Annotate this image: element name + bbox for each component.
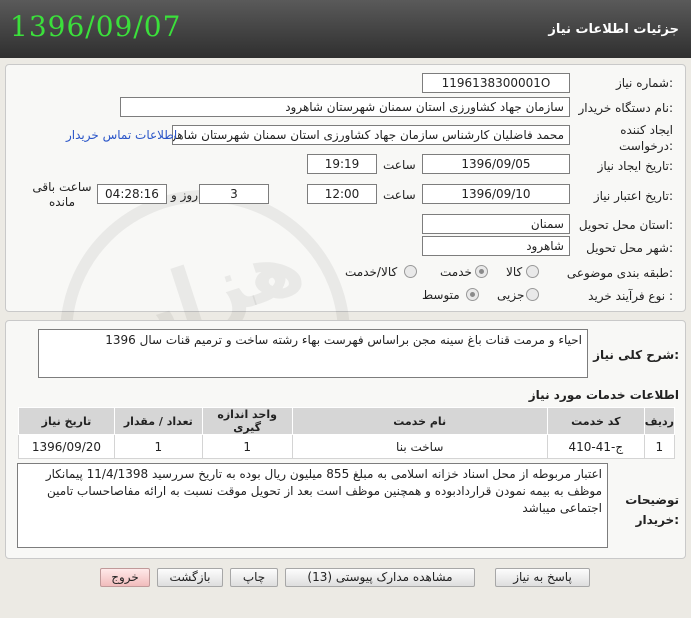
category-goods-radio[interactable] xyxy=(526,265,539,278)
process-minor-radio[interactable] xyxy=(526,288,539,301)
cell-date: 1396/09/20 xyxy=(18,434,115,459)
cell-service-name: ساخت بنا xyxy=(291,434,548,459)
col-service-code: کد خدمت xyxy=(546,407,645,435)
summary-label: شرح کلی نیاز: xyxy=(593,348,679,362)
table-row: 1396/09/20 1 1 ساخت بنا ج-41-410 1 xyxy=(18,434,676,459)
days-field[interactable]: 3 xyxy=(199,184,269,204)
services-header-row: تاریخ نیاز تعداد / مقدار واحد اندازه گیر… xyxy=(18,407,676,435)
process-label: نوع فرآیند خرید : xyxy=(588,289,673,303)
need-number-label: شماره نیاز: xyxy=(615,76,673,90)
buyer-notes-textarea[interactable]: اعتبار مربوطه از محل اسناد خزانه اسلامی … xyxy=(17,463,608,548)
province-label: استان محل تحویل: xyxy=(578,218,673,232)
page-header: 1396/09/07 جزئیات اطلاعات نیاز xyxy=(0,0,691,58)
creator-field[interactable]: محمد فاضلیان کارشناس سازمان جهاد کشاورزی… xyxy=(172,125,570,145)
process-medium-radio[interactable] xyxy=(466,288,479,301)
creator-label: ایجاد کننده درخواست: xyxy=(619,123,673,153)
cell-unit: 1 xyxy=(201,434,293,459)
col-unit: واحد اندازه گیری xyxy=(201,407,293,435)
buyer-contact-link[interactable]: اطلاعات تماس خریدار xyxy=(66,128,177,142)
category-label: طبقه بندی موضوعی: xyxy=(566,266,673,280)
announce-date-field[interactable]: 1396/09/05 xyxy=(422,154,570,174)
header-date: 1396/09/07 xyxy=(10,10,182,43)
validity-time-field[interactable]: 12:00 xyxy=(307,184,377,204)
announce-time-label: ساعت xyxy=(383,158,416,172)
category-service-label: خدمت xyxy=(440,265,472,279)
validity-date-label: تاریخ اعتبار نیاز: xyxy=(593,189,673,203)
city-label: شهر محل تحویل: xyxy=(586,241,673,255)
col-date: تاریخ نیاز xyxy=(18,407,115,435)
need-number-field[interactable]: 1196138300001O xyxy=(422,73,570,93)
buyer-field[interactable]: سازمان جهاد کشاورزی استان سمنان شهرستان … xyxy=(120,97,570,117)
cell-quantity: 1 xyxy=(113,434,203,459)
print-button[interactable]: چاپ xyxy=(230,568,278,587)
announce-date-label: تاریخ ایجاد نیاز: xyxy=(597,159,673,173)
col-quantity: تعداد / مقدار xyxy=(113,407,203,435)
reply-button[interactable]: پاسخ به نیاز xyxy=(495,568,590,587)
services-title: اطلاعات خدمات مورد نیاز xyxy=(528,388,679,402)
process-medium-label: متوسط xyxy=(422,288,460,302)
process-minor-label: جزیی xyxy=(497,288,525,302)
city-field[interactable]: شاهرود xyxy=(422,236,570,256)
col-service-name: نام خدمت xyxy=(291,407,548,435)
buyer-label: نام دستگاه خریدار: xyxy=(578,101,674,115)
services-table: تاریخ نیاز تعداد / مقدار واحد اندازه گیر… xyxy=(18,407,676,459)
back-button[interactable]: بازگشت xyxy=(157,568,223,587)
category-goods-label: کالا xyxy=(506,265,523,279)
province-field[interactable]: سمنان xyxy=(422,214,570,234)
remaining-time-label: ساعت باقی مانده xyxy=(32,180,92,209)
cell-row: 1 xyxy=(643,434,676,459)
page-title: جزئیات اطلاعات نیاز xyxy=(548,22,679,37)
summary-textarea[interactable]: احیاء و مرمت قنات باغ سینه مجن براساس فه… xyxy=(38,329,588,378)
category-service-radio[interactable] xyxy=(475,265,488,278)
category-both-label: کالا/خدمت xyxy=(345,265,398,279)
exit-button[interactable]: خروج xyxy=(100,568,150,587)
announce-time-field[interactable]: 19:19 xyxy=(307,154,377,174)
buyer-notes-label: توضیحات خریدار: xyxy=(625,493,679,527)
days-label: روز و xyxy=(171,188,198,202)
validity-time-label: ساعت xyxy=(383,188,416,202)
validity-date-field[interactable]: 1396/09/10 xyxy=(422,184,570,204)
category-both-radio[interactable] xyxy=(404,265,417,278)
view-documents-button[interactable]: مشاهده مدارک پیوستی (13) xyxy=(285,568,475,587)
cell-service-code: ج-41-410 xyxy=(546,434,645,459)
col-row: ردیف xyxy=(643,407,676,435)
remaining-time-field[interactable]: 04:28:16 xyxy=(97,184,167,204)
